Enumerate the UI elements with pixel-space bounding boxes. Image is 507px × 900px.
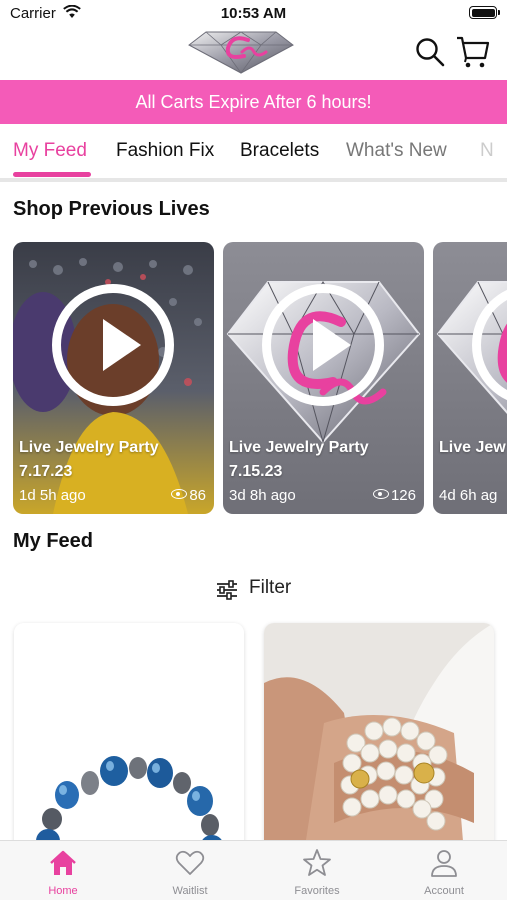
tab-waitlist[interactable]: Waitlist [127,841,253,900]
category-tabs: My Feed Fashion Fix Bracelets What's New… [0,124,507,182]
product-card[interactable] [14,623,244,853]
live-card[interactable]: Live Jew Party 7.1 4d 6h ag [433,242,507,514]
live-age: 3d 8h ago [229,487,296,504]
tab-next[interactable]: N [480,140,494,162]
home-icon [50,850,76,875]
battery-icon [469,6,500,19]
live-title: Live Jew Party 7.1 [439,439,507,456]
tab-waitlist-label: Waitlist [172,885,208,897]
live-age: 1d 5h ago [19,487,86,504]
tab-whats-new[interactable]: What's New [346,140,447,162]
sliders-icon [217,580,237,600]
tab-favorites-label: Favorites [294,885,340,897]
tab-favorites[interactable]: Favorites [254,841,380,900]
tab-account[interactable]: Account [381,841,507,900]
live-title: Live Jewelry Party 7.15.23 [229,439,369,480]
star-icon [303,849,331,876]
tabs-divider [0,178,507,182]
shop-previous-lives-title: Shop Previous Lives [13,198,210,220]
eye-icon [372,489,389,499]
live-card[interactable]: Live Jewelry Party 7.17.23 1d 5h ago 86 [13,242,214,514]
live-views: 126 [372,487,416,504]
app-header [0,28,507,80]
live-views-count: 86 [189,487,206,504]
cart-icon[interactable] [455,35,491,69]
tab-account-label: Account [424,885,464,897]
tab-bracelets[interactable]: Bracelets [240,140,319,162]
person-icon [431,850,457,877]
play-button[interactable] [52,284,174,406]
heart-icon [175,850,205,875]
bracelet-image [14,623,244,853]
live-views-count: 126 [390,487,416,504]
live-card[interactable]: Live Jewelry Party 7.15.23 3d 8h ago 126 [223,242,424,514]
live-title: Live Jewelry Party 7.17.23 [19,439,159,480]
product-card[interactable] [264,623,494,853]
previous-lives-carousel[interactable]: Live Jewelry Party 7.17.23 1d 5h ago 86 [0,242,507,516]
play-button[interactable] [262,284,384,406]
status-time: 10:53 AM [220,5,287,22]
bottom-tab-bar: Home Waitlist Favorites Account [0,840,507,900]
pearl-bracelet-image [264,623,494,853]
tab-home[interactable]: Home [0,841,126,900]
eye-icon [171,489,188,499]
active-tab-indicator [13,172,91,177]
tab-fashion-fix[interactable]: Fashion Fix [116,140,214,162]
live-views: 86 [171,487,206,504]
filter-button[interactable]: Filter [0,575,507,605]
filter-label: Filter [249,577,292,598]
live-age: 4d 6h ag [439,487,498,504]
status-bar: Carrier 10:53 AM [0,0,507,28]
diamond-logo-icon[interactable] [188,30,294,74]
tab-my-feed[interactable]: My Feed [13,140,87,162]
tab-home-label: Home [48,885,78,897]
cart-expiry-banner: All Carts Expire After 6 hours! [0,80,507,124]
search-icon[interactable] [414,36,446,68]
my-feed-title: My Feed [13,530,94,552]
